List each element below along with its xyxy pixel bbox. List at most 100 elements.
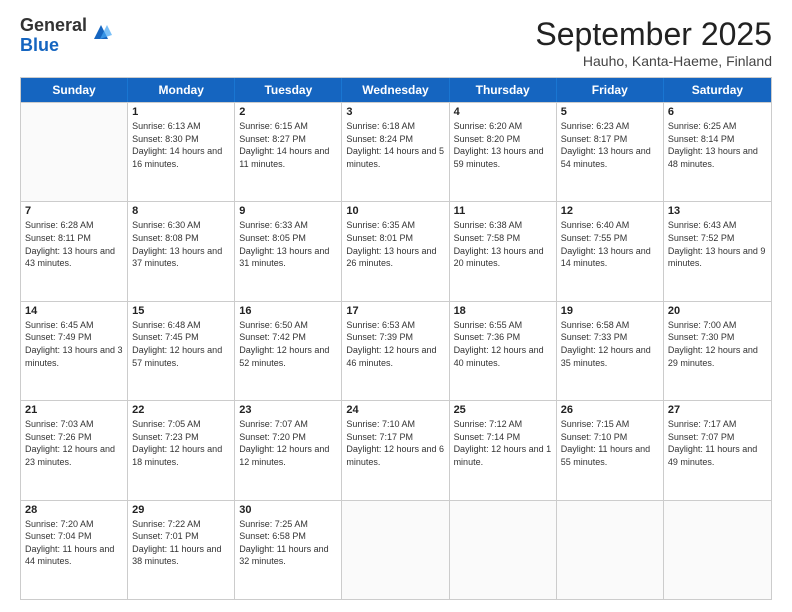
day-cell-30: 30Sunrise: 7:25 AMSunset: 6:58 PMDayligh…: [235, 501, 342, 599]
day-details: Sunrise: 6:40 AMSunset: 7:55 PMDaylight:…: [561, 219, 659, 269]
day-number: 18: [454, 305, 552, 317]
day-cell-12: 12 Sunrise: 6:40 AMSunset: 7:55 PMDayligh…: [557, 202, 664, 300]
header-day-wednesday: Wednesday: [342, 78, 449, 102]
day-details: Sunrise: 7:15 AMSunset: 7:10 PMDaylight:…: [561, 418, 659, 468]
day-details: Sunrise: 7:03 AMSunset: 7:26 PMDaylight:…: [25, 418, 123, 468]
day-cell-16: 16 Sunrise: 6:50 AMSunset: 7:42 PMDayligh…: [235, 302, 342, 400]
week-row-1: 1 Sunrise: 6:13 AMSunset: 8:30 PMDaylight…: [21, 102, 771, 201]
day-number: 12: [561, 205, 659, 217]
day-details: Sunrise: 6:58 AMSunset: 7:33 PMDaylight:…: [561, 319, 659, 369]
day-cell-23: 23 Sunrise: 7:07 AMSunset: 7:20 PMDayligh…: [235, 401, 342, 499]
day-number: 23: [239, 404, 337, 416]
day-number: 15: [132, 305, 230, 317]
day-number: 1: [132, 106, 230, 118]
day-cell-22: 22Sunrise: 7:05 AMSunset: 7:23 PMDayligh…: [128, 401, 235, 499]
day-details: Sunrise: 6:33 AMSunset: 8:05 PMDaylight:…: [239, 219, 337, 269]
day-details: Sunrise: 6:50 AMSunset: 7:42 PMDaylight:…: [239, 319, 337, 369]
day-cell-29: 29 Sunrise: 7:22 AMSunset: 7:01 PMDayligh…: [128, 501, 235, 599]
day-details: Sunrise: 7:05 AMSunset: 7:23 PMDaylight:…: [132, 418, 230, 468]
day-details: Sunrise: 6:25 AMSunset: 8:14 PMDaylight:…: [668, 120, 767, 170]
day-details: Sunrise: 6:15 AMSunset: 8:27 PMDaylight:…: [239, 120, 337, 170]
day-details: Sunrise: 6:23 AMSunset: 8:17 PMDaylight:…: [561, 120, 659, 170]
day-number: 24: [346, 404, 444, 416]
day-cell-3: 3 Sunrise: 6:18 AMSunset: 8:24 PMDaylight…: [342, 103, 449, 201]
day-cell-21: 21 Sunrise: 7:03 AMSunset: 7:26 PMDayligh…: [21, 401, 128, 499]
calendar: SundayMondayTuesdayWednesdayThursdayFrid…: [20, 77, 772, 600]
empty-cell: [342, 501, 449, 599]
day-cell-20: 20 Sunrise: 7:00 AMSunset: 7:30 PMDayligh…: [664, 302, 771, 400]
day-number: 3: [346, 106, 444, 118]
day-details: Sunrise: 6:28 AMSunset: 8:11 PMDaylight:…: [25, 219, 123, 269]
day-number: 19: [561, 305, 659, 317]
day-number: 7: [25, 205, 123, 217]
empty-cell: [21, 103, 128, 201]
day-details: Sunrise: 7:17 AMSunset: 7:07 PMDaylight:…: [668, 418, 767, 468]
day-details: Sunrise: 7:12 AMSunset: 7:14 PMDaylight:…: [454, 418, 552, 468]
logo-icon: [90, 21, 112, 43]
calendar-body: 1 Sunrise: 6:13 AMSunset: 8:30 PMDaylight…: [21, 102, 771, 599]
day-cell-7: 7 Sunrise: 6:28 AMSunset: 8:11 PMDaylight…: [21, 202, 128, 300]
day-details: Sunrise: 6:13 AMSunset: 8:30 PMDaylight:…: [132, 120, 230, 170]
day-cell-13: 13 Sunrise: 6:43 AMSunset: 7:52 PMDayligh…: [664, 202, 771, 300]
day-cell-11: 11Sunrise: 6:38 AMSunset: 7:58 PMDayligh…: [450, 202, 557, 300]
empty-cell: [557, 501, 664, 599]
page: General Blue September 2025 Hauho, Kanta…: [0, 0, 792, 612]
day-details: Sunrise: 6:20 AMSunset: 8:20 PMDaylight:…: [454, 120, 552, 170]
day-cell-9: 9 Sunrise: 6:33 AMSunset: 8:05 PMDaylight…: [235, 202, 342, 300]
day-cell-26: 26 Sunrise: 7:15 AMSunset: 7:10 PMDayligh…: [557, 401, 664, 499]
calendar-subtitle: Hauho, Kanta-Haeme, Finland: [535, 53, 772, 69]
empty-cell: [664, 501, 771, 599]
day-details: Sunrise: 6:18 AMSunset: 8:24 PMDaylight:…: [346, 120, 444, 170]
header-day-monday: Monday: [128, 78, 235, 102]
day-number: 14: [25, 305, 123, 317]
day-details: Sunrise: 7:20 AMSunset: 7:04 PMDaylight:…: [25, 518, 123, 568]
day-cell-2: 2 Sunrise: 6:15 AMSunset: 8:27 PMDaylight…: [235, 103, 342, 201]
day-details: Sunrise: 6:35 AMSunset: 8:01 PMDaylight:…: [346, 219, 444, 269]
day-cell-14: 14 Sunrise: 6:45 AMSunset: 7:49 PMDayligh…: [21, 302, 128, 400]
day-details: Sunrise: 7:07 AMSunset: 7:20 PMDaylight:…: [239, 418, 337, 468]
day-cell-27: 27 Sunrise: 7:17 AMSunset: 7:07 PMDayligh…: [664, 401, 771, 499]
week-row-5: 28 Sunrise: 7:20 AMSunset: 7:04 PMDayligh…: [21, 500, 771, 599]
day-number: 30: [239, 504, 337, 516]
day-details: Sunrise: 6:43 AMSunset: 7:52 PMDaylight:…: [668, 219, 767, 269]
day-cell-4: 4 Sunrise: 6:20 AMSunset: 8:20 PMDaylight…: [450, 103, 557, 201]
day-number: 2: [239, 106, 337, 118]
day-cell-17: 17Sunrise: 6:53 AMSunset: 7:39 PMDayligh…: [342, 302, 449, 400]
day-details: Sunrise: 6:38 AMSunset: 7:58 PMDaylight:…: [454, 219, 552, 269]
day-number: 20: [668, 305, 767, 317]
day-number: 9: [239, 205, 337, 217]
day-cell-1: 1 Sunrise: 6:13 AMSunset: 8:30 PMDaylight…: [128, 103, 235, 201]
header: General Blue September 2025 Hauho, Kanta…: [20, 16, 772, 69]
day-number: 6: [668, 106, 767, 118]
day-number: 27: [668, 404, 767, 416]
day-number: 21: [25, 404, 123, 416]
header-day-tuesday: Tuesday: [235, 78, 342, 102]
day-details: Sunrise: 7:00 AMSunset: 7:30 PMDaylight:…: [668, 319, 767, 369]
day-cell-8: 8Sunrise: 6:30 AMSunset: 8:08 PMDaylight…: [128, 202, 235, 300]
day-details: Sunrise: 7:22 AMSunset: 7:01 PMDaylight:…: [132, 518, 230, 568]
calendar-header: SundayMondayTuesdayWednesdayThursdayFrid…: [21, 78, 771, 102]
day-number: 16: [239, 305, 337, 317]
day-cell-25: 25Sunrise: 7:12 AMSunset: 7:14 PMDayligh…: [450, 401, 557, 499]
day-details: Sunrise: 6:45 AMSunset: 7:49 PMDaylight:…: [25, 319, 123, 369]
day-cell-6: 6 Sunrise: 6:25 AMSunset: 8:14 PMDaylight…: [664, 103, 771, 201]
title-block: September 2025 Hauho, Kanta-Haeme, Finla…: [535, 16, 772, 69]
day-number: 13: [668, 205, 767, 217]
day-cell-15: 15Sunrise: 6:48 AMSunset: 7:45 PMDayligh…: [128, 302, 235, 400]
calendar-title: September 2025: [535, 16, 772, 53]
header-day-saturday: Saturday: [664, 78, 771, 102]
empty-cell: [450, 501, 557, 599]
day-number: 5: [561, 106, 659, 118]
day-number: 4: [454, 106, 552, 118]
day-number: 28: [25, 504, 123, 516]
day-cell-28: 28 Sunrise: 7:20 AMSunset: 7:04 PMDayligh…: [21, 501, 128, 599]
day-number: 26: [561, 404, 659, 416]
day-details: Sunrise: 6:30 AMSunset: 8:08 PMDaylight:…: [132, 219, 230, 269]
day-number: 29: [132, 504, 230, 516]
day-cell-18: 18Sunrise: 6:55 AMSunset: 7:36 PMDayligh…: [450, 302, 557, 400]
day-cell-19: 19 Sunrise: 6:58 AMSunset: 7:33 PMDayligh…: [557, 302, 664, 400]
day-cell-5: 5 Sunrise: 6:23 AMSunset: 8:17 PMDaylight…: [557, 103, 664, 201]
week-row-3: 14 Sunrise: 6:45 AMSunset: 7:49 PMDayligh…: [21, 301, 771, 400]
logo: General Blue: [20, 16, 112, 56]
day-details: Sunrise: 6:53 AMSunset: 7:39 PMDaylight:…: [346, 319, 444, 369]
